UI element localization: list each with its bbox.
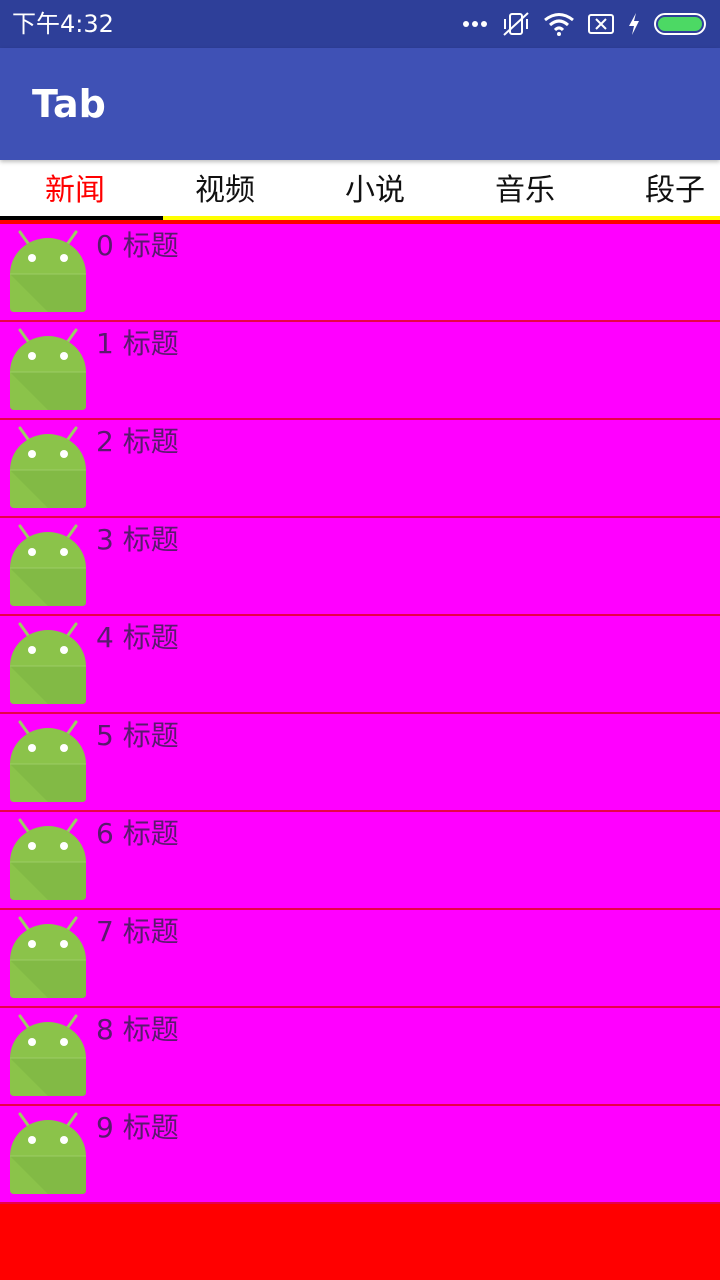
list-item-title: 0 标题 (96, 229, 179, 262)
tab-strip: 新闻 视频 小说 音乐 段子 (0, 160, 720, 220)
charging-bolt-icon (628, 13, 640, 35)
status-bar: 下午4:32 (0, 0, 720, 48)
list-item[interactable]: 2 标题 (0, 420, 720, 518)
tab-video[interactable]: 视频 (150, 160, 300, 220)
list-item-title: 9 标题 (96, 1111, 179, 1144)
list-item[interactable]: 6 标题 (0, 812, 720, 910)
android-icon (8, 230, 88, 314)
list-item-title: 8 标题 (96, 1013, 179, 1046)
status-icons (462, 10, 708, 38)
android-icon (8, 328, 88, 412)
item-list: 0 标题 1 标题 2 标题 3 标题 4 标题 5 标题 6 标题 7 标题 … (0, 224, 720, 1204)
tab-jokes[interactable]: 段子 (600, 160, 720, 220)
list-item-title: 2 标题 (96, 425, 179, 458)
list-item[interactable]: 7 标题 (0, 910, 720, 1008)
list-item[interactable]: 1 标题 (0, 322, 720, 420)
android-icon (8, 818, 88, 902)
tab-music[interactable]: 音乐 (450, 160, 600, 220)
list-item-title: 5 标题 (96, 719, 179, 752)
status-time: 下午4:32 (12, 10, 114, 38)
android-icon (8, 426, 88, 510)
list-item-title: 6 标题 (96, 817, 179, 850)
android-icon (8, 1014, 88, 1098)
vibrate-off-icon (502, 11, 530, 37)
list-item-title: 3 标题 (96, 523, 179, 556)
more-dots-icon (462, 20, 488, 28)
list-item[interactable]: 0 标题 (0, 224, 720, 322)
android-icon (8, 916, 88, 1000)
list-item[interactable]: 4 标题 (0, 616, 720, 714)
android-icon (8, 720, 88, 804)
tab-news[interactable]: 新闻 (0, 160, 150, 220)
tab-novel[interactable]: 小说 (300, 160, 450, 220)
list-item-title: 4 标题 (96, 621, 179, 654)
app-title: Tab (32, 82, 106, 126)
list-item[interactable]: 5 标题 (0, 714, 720, 812)
android-icon (8, 1112, 88, 1196)
android-icon (8, 622, 88, 706)
list-item-title: 7 标题 (96, 915, 179, 948)
android-icon (8, 524, 88, 608)
list-item-title: 1 标题 (96, 327, 179, 360)
list-item[interactable]: 8 标题 (0, 1008, 720, 1106)
list-item[interactable]: 3 标题 (0, 518, 720, 616)
no-sim-icon (588, 13, 614, 35)
battery-icon (654, 12, 708, 36)
wifi-icon (544, 12, 574, 36)
list-item[interactable]: 9 标题 (0, 1106, 720, 1204)
app-bar: Tab (0, 48, 720, 160)
